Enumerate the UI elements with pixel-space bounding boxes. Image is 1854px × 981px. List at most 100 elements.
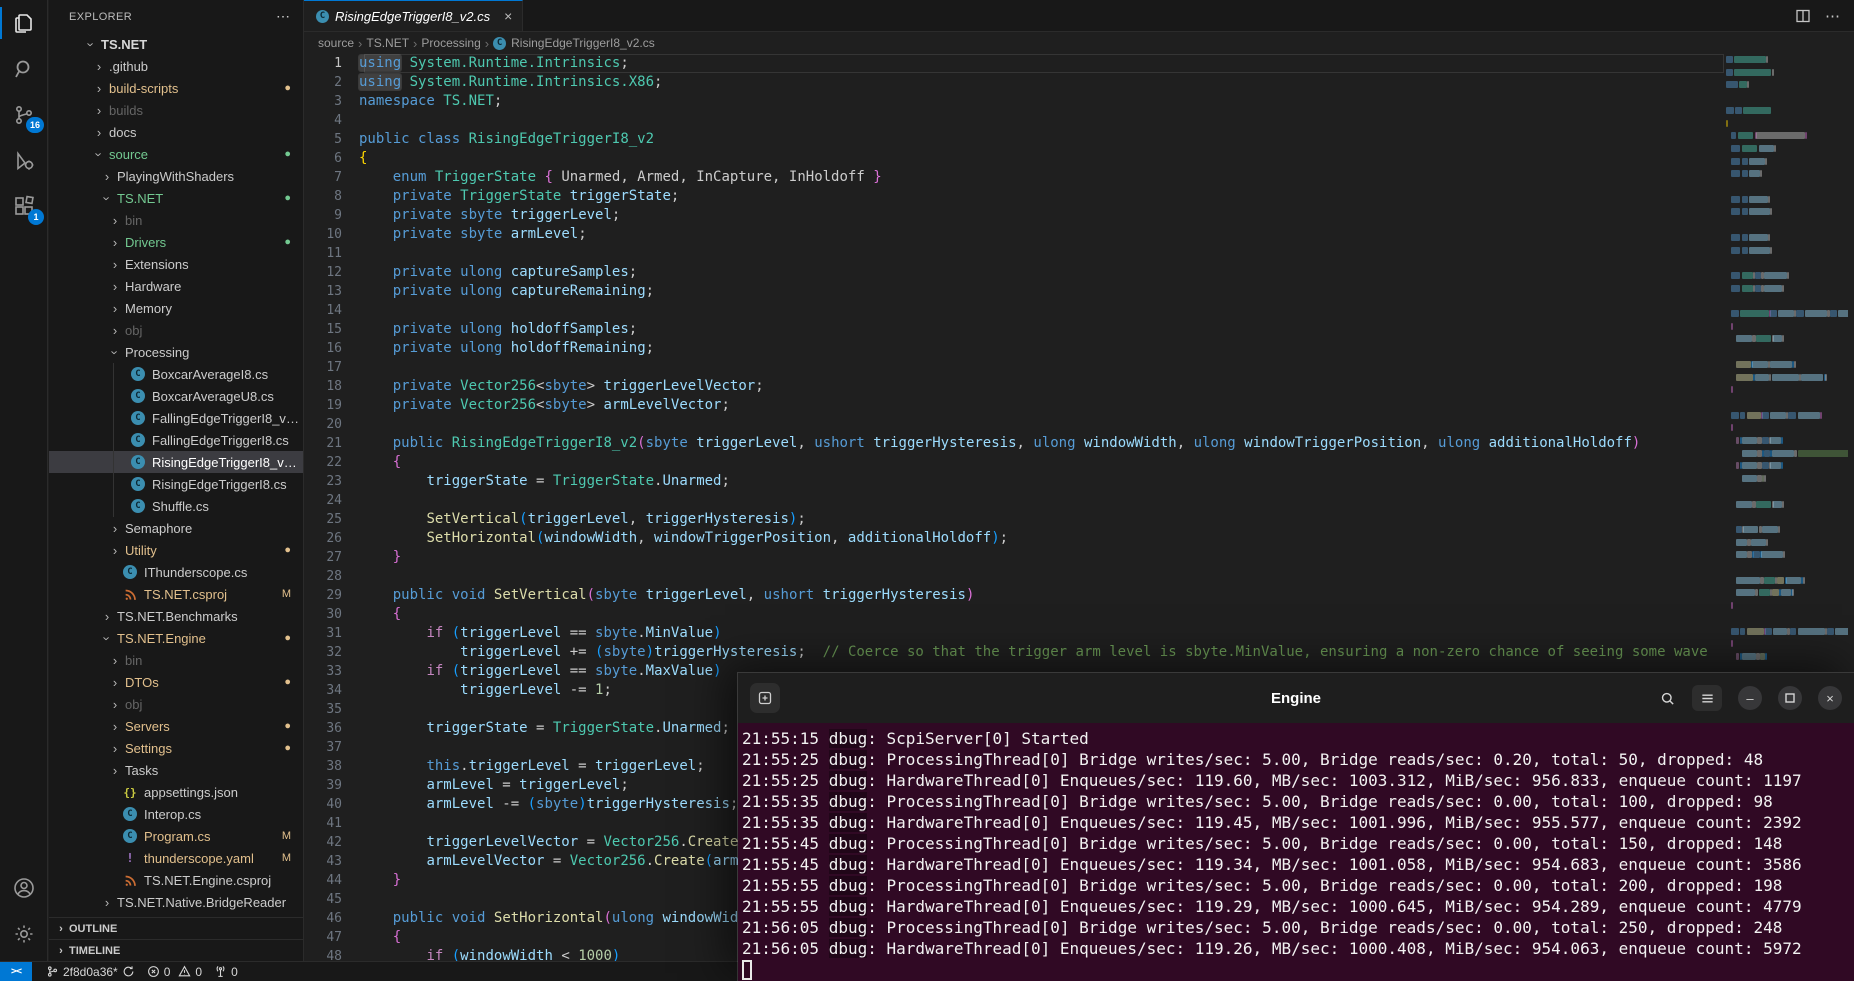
tree-folder-item[interactable]: ›docs (49, 121, 303, 143)
activity-run-debug-button[interactable] (0, 138, 48, 184)
breadcrumb-item[interactable]: source (318, 36, 354, 50)
tab-risingedgetriggeri8-v2[interactable]: C RisingEdgeTriggerI8_v2.cs × (304, 0, 523, 31)
tree-file-item[interactable]: CRisingEdgeTriggerI8_v2.cs (49, 451, 303, 473)
tree-item-label: thunderscope.yaml (144, 851, 254, 866)
more-actions-icon[interactable]: ⋯ (1825, 7, 1840, 25)
terminal-body[interactable]: 21:55:15 dbug: ScpiServer[0] Started21:5… (738, 723, 1854, 981)
code-text: private ulong captureSamples; (359, 263, 637, 282)
tree-folder-item[interactable]: ›TS.NET.Native.BridgeReader (49, 891, 303, 913)
tree-folder-item[interactable]: ›obj (49, 319, 303, 341)
indent-guide (113, 451, 114, 473)
tree-folder-item[interactable]: ›obj (49, 693, 303, 715)
tree-file-item[interactable]: CFallingEdgeTriggerI8_v2.cs (49, 407, 303, 429)
tree-folder-item[interactable]: ›.github (49, 55, 303, 77)
tree-folder-item[interactable]: ›Extensions (49, 253, 303, 275)
breadcrumb-item[interactable]: TS.NET (366, 36, 409, 50)
tree-item-label: source (109, 147, 148, 162)
minimap-line (1781, 589, 1791, 596)
minimap-line (1835, 628, 1848, 635)
tree-file-item[interactable]: CFallingEdgeTriggerI8.cs (49, 429, 303, 451)
csharp-file-icon: C (131, 367, 145, 381)
minimap-line (1765, 653, 1767, 660)
minimap-line (1749, 158, 1765, 165)
tree-folder-item[interactable]: ›Hardware (49, 275, 303, 297)
outline-section[interactable]: › OUTLINE (49, 917, 303, 939)
tree-folder-item[interactable]: ›build-scripts● (49, 77, 303, 99)
line-number: 30 (304, 605, 359, 624)
tree-file-item[interactable]: CProgram.csM (49, 825, 303, 847)
chevron-right-icon: › (53, 923, 69, 935)
tree-folder-item[interactable]: ›builds (49, 99, 303, 121)
minimap-line (1739, 81, 1747, 88)
settings-button[interactable] (0, 911, 48, 957)
remote-indicator[interactable]: >< (0, 962, 32, 981)
maximize-button[interactable] (1778, 686, 1802, 710)
tree-folder-item[interactable]: ›TS.NET (49, 33, 303, 55)
tree-folder-item[interactable]: ›PlayingWithShaders (49, 165, 303, 187)
split-editor-icon[interactable] (1795, 8, 1811, 24)
extensions-badge: 1 (28, 209, 44, 225)
tree-folder-item[interactable]: ›Servers● (49, 715, 303, 737)
minimap-line (1731, 602, 1733, 609)
tree-file-item[interactable]: !thunderscope.yamlM (49, 847, 303, 869)
terminal-search-icon[interactable] (1659, 690, 1676, 707)
tree-folder-item[interactable]: ›Drivers● (49, 231, 303, 253)
ports-status-item[interactable]: 0 (208, 962, 244, 981)
tree-file-item[interactable]: CShuffle.cs (49, 495, 303, 517)
tree-file-item[interactable]: CIThunderscope.cs (49, 561, 303, 583)
code-line: 17 (304, 358, 1854, 377)
code-line: 26 SetHorizontal(windowWidth, windowTrig… (304, 529, 1854, 548)
tree-file-item[interactable]: {}appsettings.json (49, 781, 303, 803)
timeline-section[interactable]: › TIMELINE (49, 939, 303, 961)
tree-folder-item[interactable]: ›TS.NET● (49, 187, 303, 209)
breadcrumb-item[interactable]: Processing (421, 36, 480, 50)
new-tab-button[interactable] (750, 683, 780, 713)
close-icon[interactable]: × (504, 8, 512, 24)
terminal-menu-icon[interactable] (1692, 685, 1722, 711)
line-number: 44 (304, 871, 359, 890)
tree-folder-item[interactable]: ›Tasks (49, 759, 303, 781)
tree-folder-item[interactable]: ›Utility● (49, 539, 303, 561)
tree-folder-item[interactable]: ›Memory (49, 297, 303, 319)
log-level-badge: dbug (829, 897, 868, 916)
tree-folder-item[interactable]: ›Settings● (49, 737, 303, 759)
tree-item-label: TS.NET (101, 37, 147, 52)
tree-file-item[interactable]: TS.NET.csprojM (49, 583, 303, 605)
close-button[interactable]: × (1818, 686, 1842, 710)
tree-file-item[interactable]: CBoxcarAverageI8.cs (49, 363, 303, 385)
tree-folder-item[interactable]: ›TS.NET.Benchmarks (49, 605, 303, 627)
tree-folder-item[interactable]: ›Processing (49, 341, 303, 363)
explorer-more-actions-icon[interactable]: ⋯ (276, 8, 291, 25)
tree-item-label: TS.NET.Benchmarks (117, 609, 238, 624)
minimap-line (1747, 81, 1749, 88)
tree-folder-item[interactable]: ›Semaphore (49, 517, 303, 539)
activity-search-button[interactable] (0, 46, 48, 92)
activity-source-control-button[interactable]: 16 (0, 92, 48, 138)
account-button[interactable] (0, 865, 48, 911)
tree-item-label: TS.NET.csproj (144, 587, 227, 602)
tree-file-item[interactable]: CInterop.cs (49, 803, 303, 825)
tree-file-item[interactable]: TS.NET.Engine.csproj (49, 869, 303, 891)
tree-item-label: .github (109, 59, 148, 74)
activity-extensions-button[interactable]: 1 (0, 184, 48, 230)
code-text: if (windowWidth < 1000) (359, 947, 620, 961)
problems-status-item[interactable]: 0 0 (141, 962, 208, 981)
minimize-button[interactable]: – (1738, 686, 1762, 710)
line-number: 25 (304, 510, 359, 529)
breadcrumb-file-item[interactable]: CRisingEdgeTriggerI8_v2.cs (493, 36, 655, 50)
activity-explorer-button[interactable] (0, 0, 48, 46)
minimap-line (1755, 374, 1769, 381)
tree-folder-item[interactable]: ›bin (49, 649, 303, 671)
tree-folder-item[interactable]: ›bin (49, 209, 303, 231)
tree-file-item[interactable]: CRisingEdgeTriggerI8.cs (49, 473, 303, 495)
tree-folder-item[interactable]: ›DTOs● (49, 671, 303, 693)
branch-status-item[interactable]: 2f8d0a36* (40, 962, 141, 981)
tree-folder-item[interactable]: ›source● (49, 143, 303, 165)
code-text: } (359, 871, 401, 890)
terminal-header[interactable]: Engine – × (738, 673, 1854, 723)
code-text: } (359, 548, 401, 567)
terminal-log-line: 21:56:05 dbug: HardwareThread[0] Enqueue… (742, 938, 1854, 959)
tree-file-item[interactable]: CBoxcarAverageU8.cs (49, 385, 303, 407)
tree-folder-item[interactable]: ›TS.NET.Engine● (49, 627, 303, 649)
chevron-right-icon: › (107, 653, 123, 668)
